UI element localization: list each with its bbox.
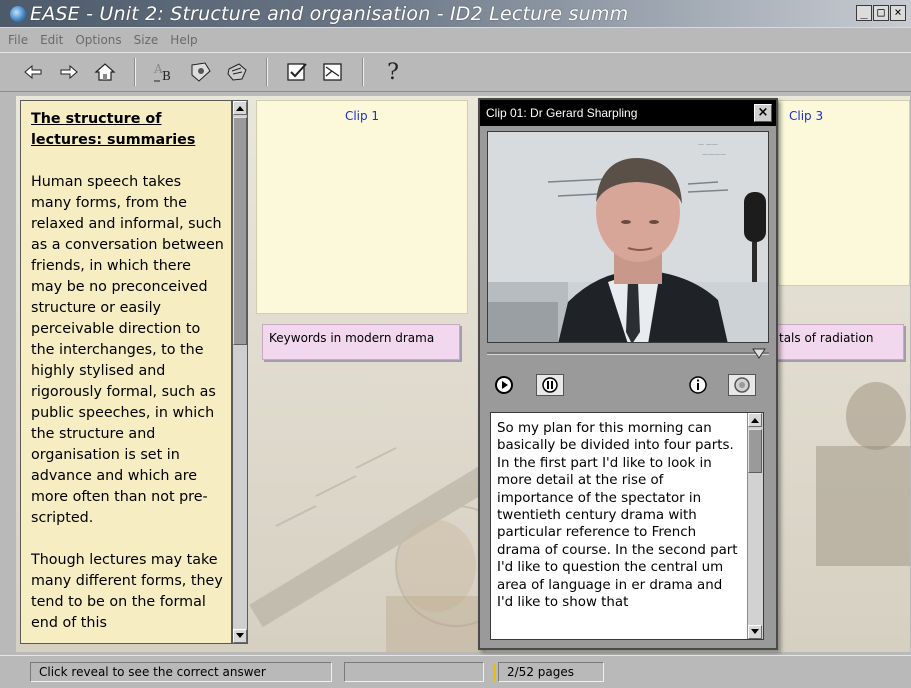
menu-size[interactable]: Size <box>134 33 159 47</box>
svg-text:— ——: — —— <box>698 141 718 148</box>
transcript-scrollbar[interactable] <box>747 413 763 639</box>
volume-button[interactable] <box>728 374 756 396</box>
scroll-up-button[interactable] <box>233 101 247 115</box>
scroll-down-button[interactable] <box>748 625 762 639</box>
pause-button[interactable] <box>536 374 564 396</box>
window-title: EASE - Unit 2: Structure and organisatio… <box>30 3 629 25</box>
hand-button[interactable] <box>222 57 252 87</box>
back-button[interactable] <box>18 57 48 87</box>
summary-title: The structure of lectures: summaries <box>31 111 196 148</box>
minimize-button[interactable]: _ <box>856 5 872 21</box>
toolbar-separator <box>134 58 136 86</box>
menu-edit[interactable]: Edit <box>40 33 63 47</box>
scroll-thumb[interactable] <box>233 117 247 345</box>
view-button[interactable] <box>186 57 216 87</box>
seek-bar[interactable] <box>487 352 769 355</box>
chevron-down-icon <box>236 633 244 638</box>
clip-1-label: Clip 1 <box>344 109 380 123</box>
chevron-up-icon <box>236 106 244 111</box>
chevron-down-icon <box>751 629 759 634</box>
page-counter: 2/52 pages <box>498 662 604 682</box>
play-button[interactable] <box>492 374 516 396</box>
info-button[interactable] <box>686 374 710 396</box>
toolbar: AB ? <box>0 52 911 92</box>
menu-file[interactable]: File <box>8 33 28 47</box>
pause-icon <box>542 377 558 393</box>
summary-text-panel[interactable]: The structure of lectures: summaries Hum… <box>20 100 232 644</box>
window-controls: _ □ × <box>856 5 906 21</box>
menu-bar: File Edit Options Size Help <box>0 30 911 50</box>
transcript-panel[interactable]: So my plan for this morning can basicall… <box>490 412 764 640</box>
video-window-title: Clip 01: Dr Gerard Sharpling <box>480 100 776 126</box>
view-icon <box>191 62 211 82</box>
help-icon: ? <box>387 59 399 85</box>
status-message: Click reveal to see the correct answer <box>30 662 332 682</box>
transcript-text: So my plan for this morning can basicall… <box>497 421 738 611</box>
reveal-icon <box>323 63 342 81</box>
app-logo-icon <box>10 6 26 22</box>
clip-1-keyword[interactable]: Keywords in modern drama <box>262 324 460 360</box>
menu-options[interactable]: Options <box>75 33 121 47</box>
svg-text:————: ———— <box>702 151 726 158</box>
seek-handle-icon[interactable] <box>752 347 766 359</box>
chevron-up-icon <box>751 418 759 423</box>
close-window-button[interactable]: × <box>890 5 906 21</box>
summary-scrollbar[interactable] <box>232 100 248 644</box>
check-icon <box>287 63 307 81</box>
home-icon <box>94 63 116 81</box>
summary-paragraph: Though lectures may take many different … <box>31 552 223 631</box>
info-icon <box>689 376 707 394</box>
video-frame[interactable]: — —— ———— <box>487 131 769 343</box>
maximize-button[interactable]: □ <box>873 5 889 21</box>
scroll-down-button[interactable] <box>233 629 247 643</box>
status-middle <box>344 662 484 682</box>
hand-icon <box>227 63 247 81</box>
check-button[interactable] <box>282 57 312 87</box>
clip-3-label: Clip 3 <box>789 109 824 123</box>
summary-paragraph: Human speech takes many forms, from the … <box>31 174 224 526</box>
clip-3-card[interactable]: Clip 3 <box>778 100 910 286</box>
back-arrow-icon <box>24 65 42 79</box>
video-close-button[interactable]: × <box>754 104 772 122</box>
title-bar: EASE - Unit 2: Structure and organisatio… <box>0 0 911 28</box>
status-bar: Click reveal to see the correct answer 2… <box>0 655 911 688</box>
page-marker <box>493 663 496 681</box>
home-button[interactable] <box>90 57 120 87</box>
spellcheck-button[interactable]: AB <box>150 57 180 87</box>
scroll-thumb[interactable] <box>748 429 762 473</box>
spellcheck-icon: AB <box>153 62 171 83</box>
sound-icon <box>734 377 750 393</box>
scroll-up-button[interactable] <box>748 413 762 427</box>
forward-arrow-icon <box>60 65 78 79</box>
toolbar-separator <box>266 58 268 86</box>
menu-help[interactable]: Help <box>170 33 197 47</box>
forward-button[interactable] <box>54 57 84 87</box>
toolbar-separator <box>362 58 364 86</box>
clip-1-card[interactable]: Clip 1 <box>256 100 468 314</box>
video-player-window: Clip 01: Dr Gerard Sharpling × — —— ———— <box>478 98 778 650</box>
clip-3-keyword[interactable]: tals of radiation <box>772 324 904 360</box>
help-button[interactable]: ? <box>378 57 408 87</box>
play-icon <box>495 376 513 394</box>
reveal-button[interactable] <box>318 57 348 87</box>
lecturer-video-image: — —— ———— <box>488 132 768 342</box>
svg-text:B: B <box>162 69 171 83</box>
